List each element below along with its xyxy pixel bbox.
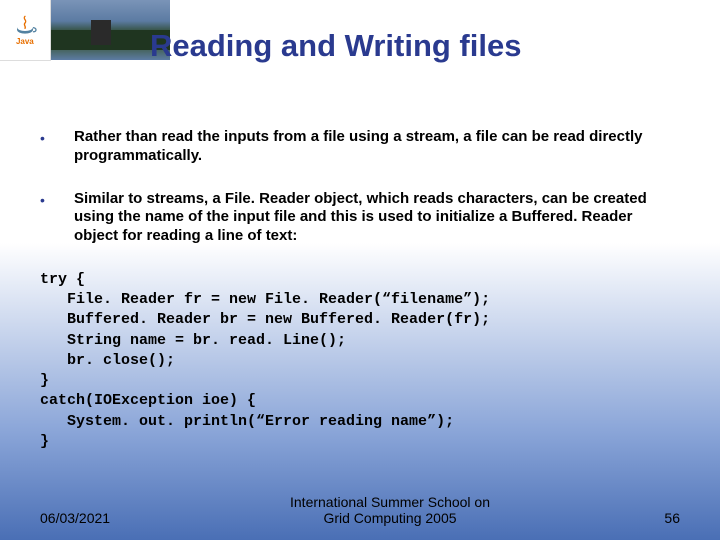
bullet-text: Similar to streams, a File. Reader objec…	[74, 190, 680, 246]
slide: Java Reading and Writing files • Rather …	[0, 0, 720, 540]
java-logo-text: Java	[16, 37, 34, 46]
bullet-text: Rather than read the inputs from a file …	[74, 128, 680, 166]
footer-center-line1: International Summer School on	[290, 494, 490, 510]
bullet-marker-icon: •	[40, 190, 74, 246]
footer-center: International Summer School on Grid Comp…	[160, 494, 620, 526]
footer-center-line2: Grid Computing 2005	[323, 510, 456, 526]
bullet-marker-icon: •	[40, 128, 74, 166]
bullet-item: • Rather than read the inputs from a fil…	[40, 128, 680, 166]
java-logo: Java	[0, 0, 51, 61]
java-cup-icon	[11, 15, 39, 35]
bullet-item: • Similar to streams, a File. Reader obj…	[40, 190, 680, 246]
footer-date: 06/03/2021	[40, 510, 160, 526]
slide-title: Reading and Writing files	[150, 28, 690, 64]
code-block: try { File. Reader fr = new File. Reader…	[40, 270, 680, 452]
header-logo-bar: Java	[0, 0, 170, 60]
footer: 06/03/2021 International Summer School o…	[40, 494, 680, 526]
slide-body: • Rather than read the inputs from a fil…	[40, 128, 680, 452]
footer-page-number: 56	[620, 510, 680, 526]
